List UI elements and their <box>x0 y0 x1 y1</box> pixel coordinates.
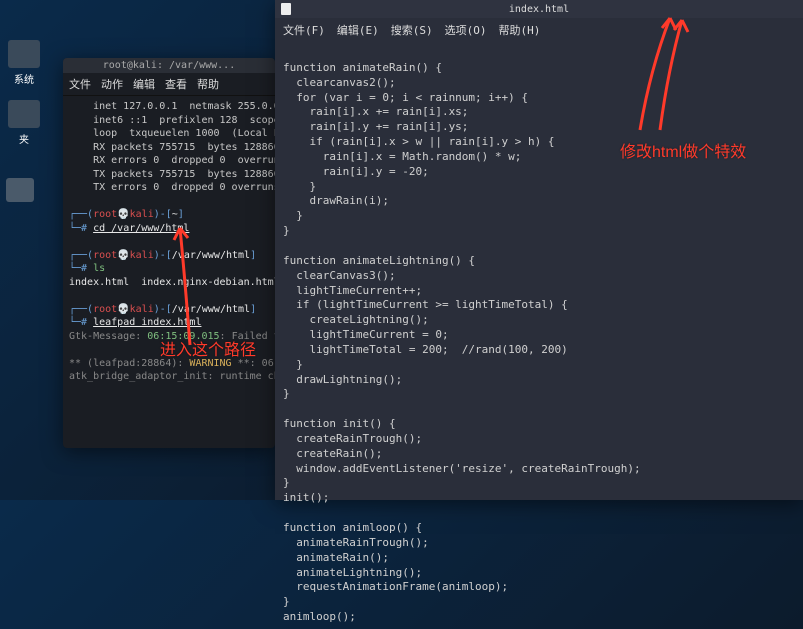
folder-icon <box>8 100 40 128</box>
icon-label: 夹 <box>4 131 44 146</box>
editor-body[interactable]: function animateRain() { clearcanvas2();… <box>275 42 803 629</box>
net-info: inet 127.0.0.1 netmask 255.0.0.0 inet6 :… <box>69 101 275 193</box>
desktop-icon[interactable]: 夹 <box>4 100 44 146</box>
menu-file[interactable]: 文件 <box>69 76 91 92</box>
menu-edit[interactable]: 编辑(E) <box>337 22 379 38</box>
cmd-leafpad: leafpad index.html <box>93 317 201 328</box>
menu-search[interactable]: 搜索(S) <box>391 22 433 38</box>
cmd-cd: cd /var/www/html <box>93 223 189 234</box>
terminal-window[interactable]: root@kali: /var/www... 文件 动作 编辑 查看 帮助 in… <box>63 58 275 448</box>
editor-titlebar[interactable]: index.html <box>275 0 803 18</box>
menu-view[interactable]: 查看 <box>165 76 187 92</box>
menu-file[interactable]: 文件(F) <box>283 22 325 38</box>
menu-edit[interactable]: 编辑 <box>133 76 155 92</box>
desktop-icon[interactable]: 系统 <box>4 40 44 86</box>
icon-label: 系统 <box>4 71 44 86</box>
menu-help[interactable]: 帮助(H) <box>499 22 541 38</box>
terminal-titlebar[interactable]: root@kali: /var/www... <box>63 58 275 73</box>
terminal-menubar[interactable]: 文件 动作 编辑 查看 帮助 <box>63 73 275 96</box>
menu-action[interactable]: 动作 <box>101 76 123 92</box>
folder-icon <box>8 40 40 68</box>
menu-options[interactable]: 选项(O) <box>445 22 487 38</box>
editor-title: index.html <box>275 4 803 15</box>
menu-help[interactable]: 帮助 <box>197 76 219 92</box>
leafpad-editor-window[interactable]: index.html 文件(F) 编辑(E) 搜索(S) 选项(O) 帮助(H)… <box>275 0 803 500</box>
cmd-ls: ls <box>93 263 105 274</box>
tray-icon[interactable] <box>6 178 34 202</box>
editor-menubar[interactable]: 文件(F) 编辑(E) 搜索(S) 选项(O) 帮助(H) <box>275 18 803 42</box>
ls-output: index.html index.nginx-debian.html <box>69 277 275 288</box>
terminal-body[interactable]: inet 127.0.0.1 netmask 255.0.0.0 inet6 :… <box>63 96 275 388</box>
